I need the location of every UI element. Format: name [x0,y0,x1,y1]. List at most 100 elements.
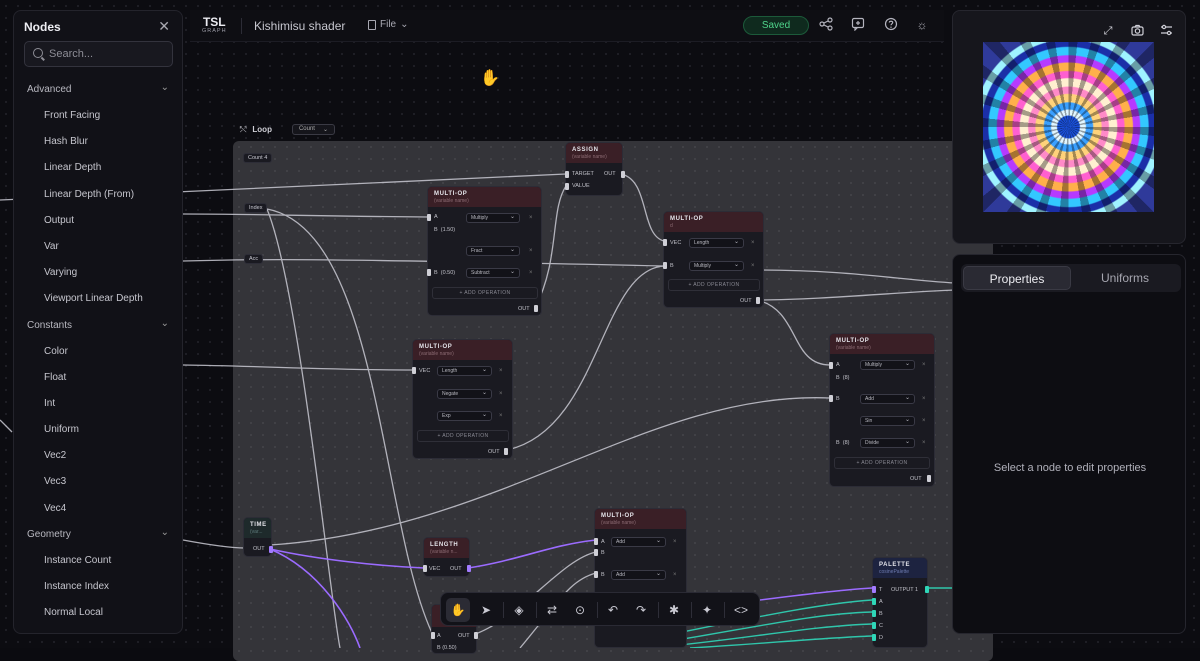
search-input[interactable]: Search... [24,41,173,67]
node-item-color[interactable]: Color [14,339,182,365]
remove-operation-icon[interactable]: × [922,440,926,446]
operation-select[interactable]: Fract [466,246,520,256]
operation-select[interactable]: Subtract [466,268,520,278]
remove-operation-icon[interactable]: × [922,362,926,368]
operation-select[interactable]: Add [611,537,666,547]
input-port[interactable] [872,598,876,605]
camera-icon[interactable] [1130,24,1144,38]
multi-op-node[interactable]: MULTI-OP(variable name) A Multiply × B (… [427,186,542,316]
input-port[interactable] [594,571,598,578]
output-port[interactable] [756,297,760,304]
focus-icon[interactable]: ⊙ [568,598,592,622]
multi-op-node[interactable]: MULTI-OP(variable name) VEC Length × Neg… [412,339,513,459]
operation-select[interactable]: Multiply [466,213,520,223]
node-item-varying[interactable]: Varying [14,260,182,286]
operation-select[interactable]: Length [689,238,744,248]
remove-operation-icon[interactable]: × [529,248,533,254]
shader-preview-image[interactable] [983,42,1154,212]
sun-icon[interactable]: ☼ [914,17,930,33]
comment-plus-icon[interactable] [850,17,866,33]
add-operation-button[interactable]: + ADD OPERATION [834,457,930,469]
remove-operation-icon[interactable]: × [673,539,677,545]
code-icon[interactable]: <> [729,598,753,622]
remove-operation-icon[interactable]: × [751,240,755,246]
tab-properties[interactable]: Properties [963,266,1071,290]
node-item-hash-blur[interactable]: Hash Blur [14,129,182,155]
add-operation-button[interactable]: + ADD OPERATION [417,430,509,442]
redo-icon[interactable]: ↷ [629,598,653,622]
node-item-instance-index[interactable]: Instance Index [14,574,182,600]
input-port[interactable] [594,538,598,545]
operation-select[interactable]: Divide [860,438,915,448]
output-port[interactable] [534,305,538,312]
loop-acc-chip[interactable]: Acc [244,254,264,264]
node-item-linear-depth[interactable]: Linear Depth [14,155,182,181]
operation-select[interactable]: Multiply [689,261,744,271]
multi-op-node[interactable]: MULTI-OPd VEC Length × B Multiply × + AD… [663,211,764,308]
layers-icon[interactable]: ◈ [507,598,531,622]
project-title[interactable]: Kishimisu shader [254,19,345,33]
multi-op-node[interactable]: MULTI-OP(variable name) A Add × B B Add … [594,508,687,648]
category-geometry[interactable]: Geometry ⌄ [14,522,182,548]
input-port[interactable] [412,367,416,374]
node-item-float[interactable]: Float [14,365,182,391]
input-port[interactable] [872,610,876,617]
output-port[interactable] [474,632,478,639]
remove-operation-icon[interactable]: × [529,215,533,221]
node-item-normal-local[interactable]: Normal Local [14,600,182,626]
input-port[interactable] [427,269,431,276]
length-node[interactable]: LENGTH (variable n... VEC OUT [423,537,471,577]
undo-icon[interactable]: ↶ [601,598,625,622]
node-item-vec3[interactable]: Vec3 [14,469,182,495]
output-port[interactable] [925,586,929,593]
output-port[interactable] [621,171,625,178]
node-item-int[interactable]: Int [14,391,182,417]
input-port[interactable] [663,262,667,269]
node-item-vec2[interactable]: Vec2 [14,443,182,469]
node-item-vec4[interactable]: Vec4 [14,496,182,522]
close-icon[interactable]: ✕ [158,18,170,35]
remove-operation-icon[interactable]: × [922,396,926,402]
node-item-linear-depth-from[interactable]: Linear Depth (From) [14,182,182,208]
remove-operation-icon[interactable]: × [499,391,503,397]
swap-icon[interactable]: ⇄ [540,598,564,622]
time-node[interactable]: TIME (var... OUT [243,517,273,557]
hand-tool-icon[interactable]: ✋ [446,598,470,622]
node-item-output[interactable]: Output [14,208,182,234]
category-advanced[interactable]: Advanced ⌄ [14,77,182,103]
remove-operation-icon[interactable]: × [673,572,677,578]
sliders-icon[interactable] [1159,24,1173,38]
operation-select[interactable]: Sin [860,416,915,426]
palette-node[interactable]: PALETTE cosinePalette T OUTPUT 1 A B C D [872,557,929,648]
expand-icon[interactable]: ⤢ [1101,24,1115,38]
input-port[interactable] [829,395,833,402]
input-port[interactable] [427,214,431,221]
add-operation-button[interactable]: + ADD OPERATION [668,279,760,291]
node-item-var[interactable]: Var [14,234,182,260]
add-operation-button[interactable]: + ADD OPERATION [432,287,538,299]
input-port[interactable] [663,239,667,246]
output-port[interactable] [467,565,471,572]
share-icon[interactable] [818,17,834,33]
file-menu-button[interactable]: File ⌄ [368,19,409,30]
multi-op-node[interactable]: MULTI-OP(variable name) A Multiply × B (… [829,333,935,487]
input-port[interactable] [565,183,569,190]
select-tool-icon[interactable]: ➤ [474,598,498,622]
input-port[interactable] [829,362,833,369]
node-item-uniform[interactable]: Uniform [14,417,182,443]
operation-select[interactable]: Exp [437,411,492,421]
output-port[interactable] [269,546,273,553]
node-item-front-facing[interactable]: Front Facing [14,103,182,129]
input-port[interactable] [872,622,876,629]
tab-uniforms[interactable]: Uniforms [1071,266,1179,290]
category-constants[interactable]: Constants ⌄ [14,313,182,339]
remove-operation-icon[interactable]: × [499,413,503,419]
operation-select[interactable]: Multiply [860,360,915,370]
remove-operation-icon[interactable]: × [922,418,926,424]
input-port[interactable] [872,634,876,641]
sparkle-icon[interactable]: ✦ [695,598,719,622]
input-port[interactable] [872,586,876,593]
bug-icon[interactable]: ✱ [662,598,686,622]
operation-select[interactable]: Negate [437,389,492,399]
input-port[interactable] [423,565,427,572]
